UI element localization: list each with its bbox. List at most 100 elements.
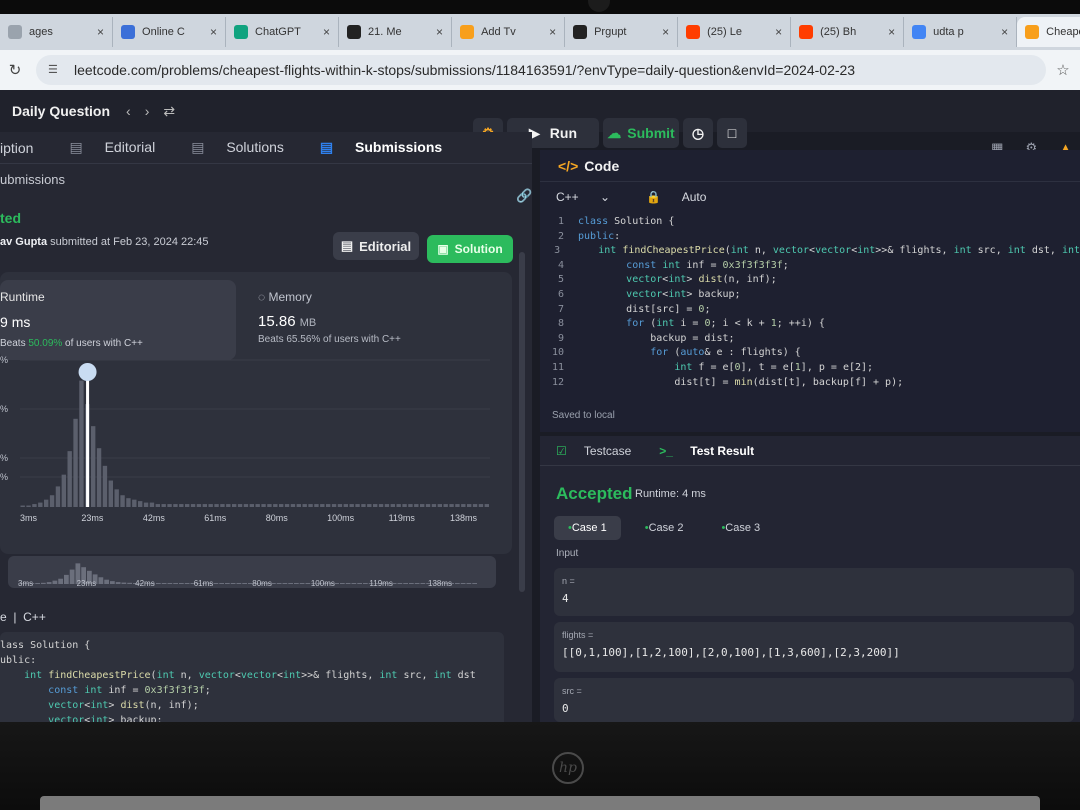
runtime-bar[interactable] (26, 505, 31, 507)
runtime-bar[interactable] (361, 504, 366, 507)
runtime-bar[interactable] (279, 504, 284, 507)
submit-button[interactable]: ☁ Submit (603, 118, 679, 148)
auto-mode-toggle[interactable]: 🔒 Auto (646, 190, 724, 204)
runtime-bar[interactable] (161, 504, 166, 507)
alarm-icon[interactable]: ◷ (683, 118, 713, 148)
close-icon[interactable]: × (97, 25, 104, 39)
runtime-bar[interactable] (367, 504, 372, 507)
runtime-bar[interactable] (214, 504, 219, 507)
runtime-bar[interactable] (326, 504, 331, 507)
runtime-bar[interactable] (261, 504, 266, 507)
runtime-bar[interactable] (414, 504, 419, 507)
runtime-bar[interactable] (67, 451, 72, 507)
runtime-bar[interactable] (249, 504, 254, 507)
runtime-bar[interactable] (79, 380, 84, 507)
runtime-bar[interactable] (290, 504, 296, 507)
runtime-bar[interactable] (138, 501, 143, 507)
browser-tab[interactable]: ages × (0, 17, 114, 47)
browser-tab[interactable]: udta p × (904, 17, 1018, 47)
runtime-bar[interactable] (96, 448, 102, 507)
tab-editorial[interactable]: ▤ Editorial (69, 139, 173, 156)
runtime-bar[interactable] (273, 504, 278, 507)
runtime-bar[interactable] (331, 504, 337, 507)
close-icon[interactable]: × (662, 25, 669, 39)
runtime-bar[interactable] (185, 504, 190, 507)
close-icon[interactable]: × (1001, 25, 1008, 39)
runtime-bar[interactable] (449, 504, 454, 507)
runtime-bar[interactable] (20, 505, 25, 507)
runtime-bar[interactable] (355, 504, 360, 507)
runtime-bar[interactable] (420, 504, 425, 507)
runtime-bar[interactable] (167, 504, 172, 507)
runtime-bar[interactable] (443, 504, 448, 507)
runtime-bar[interactable] (220, 504, 225, 507)
runtime-bar[interactable] (255, 504, 260, 507)
memory-card[interactable]: ◌ Memory 15.86 MB Beats 65.56% of users … (258, 290, 401, 345)
case-tab-2[interactable]: • Case 2 (631, 516, 698, 540)
runtime-bar[interactable] (208, 504, 213, 507)
runtime-bar[interactable] (190, 504, 196, 507)
runtime-bar[interactable] (472, 504, 478, 507)
browser-tab[interactable]: Online C × (113, 17, 227, 47)
runtime-bar[interactable] (108, 480, 113, 507)
runtime-card[interactable]: Runtime 9 ms Beats 50.09% of users with … (0, 280, 236, 360)
browser-tab[interactable]: (25) Le × (678, 17, 792, 47)
runtime-bar[interactable] (179, 504, 184, 507)
editorial-button[interactable]: ▤ Editorial (333, 232, 419, 260)
runtime-bar[interactable] (437, 504, 442, 507)
runtime-bar[interactable] (373, 504, 378, 507)
runtime-bar[interactable] (173, 504, 178, 507)
runtime-bar[interactable] (114, 489, 119, 507)
runtime-bar[interactable] (337, 504, 343, 507)
close-icon[interactable]: × (436, 25, 443, 39)
runtime-bar[interactable] (55, 486, 61, 507)
close-icon[interactable]: × (210, 25, 217, 39)
browser-tab[interactable]: Prgupt × (565, 17, 679, 47)
tab-submissions[interactable]: ▤ Submissions (320, 139, 460, 156)
runtime-bar[interactable] (202, 504, 207, 507)
runtime-bar[interactable] (232, 504, 237, 507)
runtime-bar[interactable] (49, 495, 55, 507)
runtime-bar[interactable] (425, 504, 431, 507)
runtime-bar[interactable] (237, 504, 243, 507)
runtime-bar[interactable] (390, 504, 395, 507)
close-icon[interactable]: × (888, 25, 895, 39)
user-avatar-icon[interactable] (78, 363, 97, 381)
runtime-bar[interactable] (302, 504, 307, 507)
runtime-bar[interactable] (196, 504, 202, 507)
runtime-bar[interactable] (349, 504, 354, 507)
problem-nav-arrows[interactable]: ‹›⇄ (126, 103, 189, 120)
tab-test-result[interactable]: >_ Test Result (659, 444, 768, 458)
runtime-bar[interactable] (226, 504, 231, 507)
runtime-bar[interactable] (126, 498, 131, 507)
submitter-name[interactable]: av Gupta (0, 236, 47, 248)
runtime-bar[interactable] (384, 504, 390, 507)
runtime-bar[interactable] (408, 504, 413, 507)
daily-question-label[interactable]: Daily Question (12, 103, 110, 119)
runtime-bar[interactable] (402, 504, 407, 507)
language-select[interactable]: C++ ⌄ (556, 190, 628, 204)
runtime-bar[interactable] (91, 426, 96, 507)
runtime-bar[interactable] (431, 504, 437, 507)
runtime-bar[interactable] (296, 504, 301, 507)
runtime-bar[interactable] (243, 504, 249, 507)
solution-button[interactable]: ▣ Solution (427, 235, 513, 263)
runtime-bar[interactable] (314, 504, 319, 507)
runtime-bar[interactable] (396, 504, 401, 507)
browser-tab[interactable]: Cheape× (1017, 17, 1080, 47)
browser-tab[interactable]: ChatGPT × (226, 17, 340, 47)
runtime-bar[interactable] (378, 504, 384, 507)
runtime-bar[interactable] (155, 504, 160, 507)
runtime-bar[interactable] (478, 504, 484, 507)
url-field[interactable]: ☰ leetcode.com/problems/cheapest-flights… (36, 55, 1046, 85)
runtime-bar[interactable] (320, 504, 325, 507)
runtime-bar[interactable] (467, 504, 472, 507)
close-icon[interactable]: × (775, 25, 782, 39)
runtime-bar[interactable] (120, 495, 125, 507)
close-icon[interactable]: × (549, 25, 556, 39)
runtime-bar[interactable] (61, 474, 66, 507)
reload-icon[interactable]: ↻ (0, 61, 30, 79)
bookmark-star-icon[interactable]: ☆ (1046, 61, 1080, 79)
runtime-bar[interactable] (102, 465, 108, 507)
runtime-bar[interactable] (38, 502, 43, 507)
